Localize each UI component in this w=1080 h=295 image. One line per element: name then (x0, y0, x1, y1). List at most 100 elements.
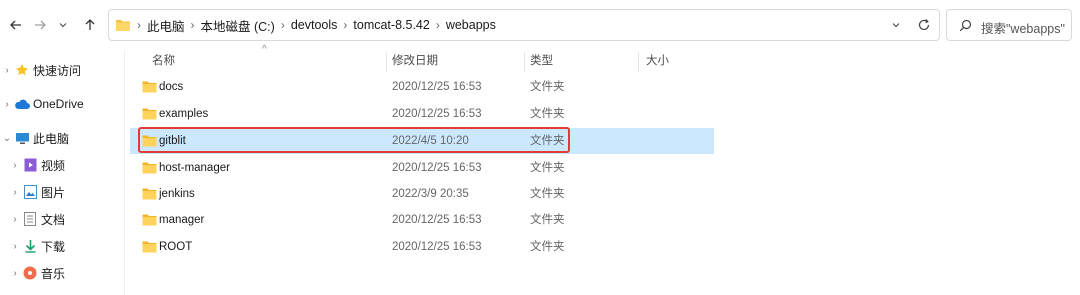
file-modified: 2020/12/25 16:53 (392, 81, 482, 93)
breadcrumb-separator: › (137, 18, 141, 32)
folder-icon (142, 162, 157, 174)
breadcrumb-separator: › (343, 18, 348, 32)
folder-icon (142, 108, 157, 120)
video-icon (22, 157, 38, 173)
breadcrumb-separator: › (435, 18, 440, 32)
file-name: jenkins (159, 188, 195, 200)
file-name: docs (159, 81, 184, 93)
cloud-icon (14, 96, 30, 112)
nav-item-documents[interactable]: › 文档 (8, 207, 65, 231)
column-divider (386, 52, 387, 72)
nav-label: 音乐 (41, 266, 66, 281)
music-icon (22, 265, 38, 281)
column-divider (524, 52, 525, 72)
chevron-right-icon: › (13, 159, 17, 171)
refresh-button[interactable] (909, 10, 939, 40)
nav-label: 此电脑 (33, 131, 70, 146)
chevron-right-icon: › (5, 64, 9, 76)
file-name: host-manager (159, 162, 230, 174)
file-modified: 2022/4/5 10:20 (392, 135, 469, 147)
column-size[interactable]: 大小 (646, 50, 669, 72)
address-history-button[interactable] (883, 10, 909, 40)
file-modified: 2020/12/25 16:53 (392, 108, 482, 120)
chevron-right-icon: › (13, 213, 17, 225)
file-type: 文件夹 (530, 81, 565, 93)
recent-locations-button[interactable] (54, 13, 72, 37)
breadcrumb-tomcat[interactable]: tomcat-8.5.42 (349, 18, 433, 32)
file-type: 文件夹 (530, 241, 565, 253)
address-bar[interactable]: › 此电脑 › 本地磁盘 (C:) › devtools › tomcat-8.… (108, 9, 940, 41)
chevron-right-icon: › (5, 98, 9, 110)
up-button[interactable] (78, 13, 102, 37)
file-name: manager (159, 214, 205, 226)
file-modified: 2022/3/9 20:35 (392, 188, 469, 200)
search-icon (959, 19, 972, 32)
sort-ascending-icon: ^ (262, 44, 267, 55)
nav-item-music[interactable]: › 音乐 (8, 261, 65, 285)
breadcrumb-local-disk[interactable]: 本地磁盘 (C:) (197, 16, 279, 35)
file-name: gitblit (159, 135, 186, 147)
arrow-left-icon (10, 20, 21, 30)
nav-label: OneDrive (33, 97, 84, 111)
file-row[interactable]: manager 2020/12/25 16:53 文件夹 (130, 207, 714, 233)
breadcrumb-this-pc[interactable]: 此电脑 (143, 16, 189, 35)
breadcrumb-separator: › (280, 18, 285, 32)
file-type: 文件夹 (530, 188, 565, 200)
column-modified[interactable]: 修改日期 (392, 50, 438, 72)
nav-item-downloads[interactable]: › 下载 (8, 234, 65, 258)
file-row-selected[interactable]: gitblit 2022/4/5 10:20 文件夹 (130, 128, 714, 154)
chevron-right-icon: › (13, 240, 17, 252)
file-row[interactable]: docs 2020/12/25 16:53 文件夹 (130, 74, 714, 100)
breadcrumb-separator: › (190, 18, 195, 32)
nav-label: 文档 (41, 212, 66, 227)
chevron-down-icon (59, 23, 67, 28)
folder-icon (116, 20, 130, 31)
breadcrumb-webapps[interactable]: webapps (442, 18, 500, 32)
nav-item-onedrive[interactable]: › OneDrive (0, 92, 84, 116)
nav-item-pictures[interactable]: › 图片 (8, 180, 65, 204)
column-header: ^ 名称 修改日期 类型 大小 (124, 44, 714, 72)
folder-icon (142, 81, 157, 93)
search-placeholder: 搜索"webapps" (981, 22, 1065, 36)
file-row[interactable]: examples 2020/12/25 16:53 文件夹 (130, 101, 714, 127)
nav-item-videos[interactable]: › 视频 (8, 153, 65, 177)
chevron-down-icon (892, 23, 900, 28)
picture-icon (22, 184, 38, 200)
forward-button[interactable] (28, 13, 52, 37)
file-type: 文件夹 (530, 214, 565, 226)
file-name: examples (159, 108, 209, 120)
file-modified: 2020/12/25 16:53 (392, 241, 482, 253)
nav-item-this-pc[interactable]: ⌄ 此电脑 (0, 126, 69, 150)
nav-label: 视频 (41, 158, 66, 173)
file-row[interactable]: ROOT 2020/12/25 16:53 文件夹 (130, 234, 714, 260)
column-name[interactable]: 名称 (152, 50, 175, 72)
star-icon (14, 62, 30, 78)
chevron-right-icon: › (13, 186, 17, 198)
address-toolbar: › 此电脑 › 本地磁盘 (C:) › devtools › tomcat-8.… (0, 0, 1080, 50)
breadcrumb-devtools[interactable]: devtools (287, 18, 342, 32)
refresh-icon (918, 19, 930, 31)
folder-icon (142, 214, 157, 226)
arrow-right-icon (35, 20, 46, 30)
folder-icon (142, 135, 157, 147)
document-icon (22, 211, 38, 227)
file-modified: 2020/12/25 16:53 (392, 162, 482, 174)
search-box[interactable]: 搜索"webapps" (946, 9, 1072, 41)
nav-label: 图片 (41, 185, 66, 200)
file-type: 文件夹 (530, 108, 565, 120)
nav-label: 下载 (41, 239, 66, 254)
nav-label: 快速访问 (33, 63, 82, 78)
file-name: ROOT (159, 241, 193, 253)
folder-icon (142, 241, 157, 253)
arrow-up-icon (85, 19, 95, 30)
file-type: 文件夹 (530, 162, 565, 174)
column-divider (638, 52, 639, 72)
back-button[interactable] (4, 13, 28, 37)
file-row[interactable]: host-manager 2020/12/25 16:53 文件夹 (130, 155, 714, 181)
file-row[interactable]: jenkins 2022/3/9 20:35 文件夹 (130, 181, 714, 207)
file-type: 文件夹 (530, 135, 565, 147)
nav-item-quick-access[interactable]: › 快速访问 (0, 58, 81, 82)
chevron-down-icon: ⌄ (2, 132, 12, 144)
column-type[interactable]: 类型 (530, 50, 553, 72)
folder-icon (142, 188, 157, 200)
